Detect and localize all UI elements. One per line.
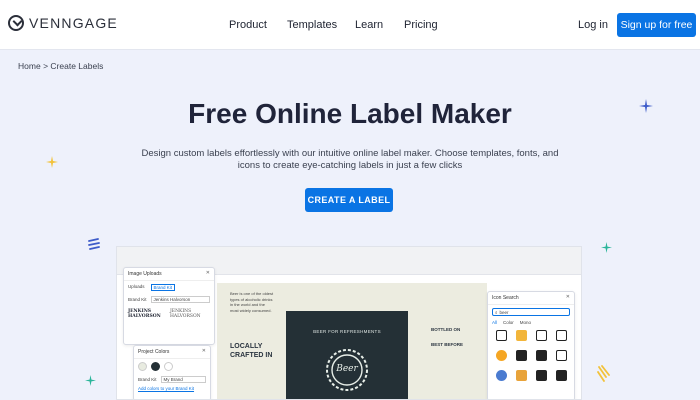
beer-pint-icon[interactable]: [536, 350, 547, 361]
search-icon: ⌕: [495, 309, 498, 315]
beer-glass-icon[interactable]: [516, 370, 527, 381]
icon-panel-title: Icon Search ✕: [488, 292, 574, 305]
breadcrumb: Home > Create Labels: [18, 61, 103, 71]
close-icon[interactable]: ✕: [566, 294, 570, 300]
filter-mono[interactable]: Mono: [520, 320, 531, 325]
top-navbar: VENNGAGE Product Templates Learn Pricing…: [0, 0, 700, 50]
sparkle-icon: [46, 156, 58, 168]
uploads-panel-title: Image Uploads ✕: [124, 268, 214, 281]
nav-link-pricing[interactable]: Pricing: [404, 19, 438, 31]
brand-logo[interactable]: VENNGAGE: [8, 15, 118, 31]
label-best-before: BEST BEFORE: [431, 342, 464, 347]
beer-pint-icon[interactable]: [556, 370, 567, 381]
beer-bottle-cap-icon[interactable]: [496, 350, 507, 361]
color-swatch[interactable]: [138, 362, 147, 371]
beer-mug-icon[interactable]: [536, 370, 547, 381]
colors-brand-kit-select[interactable]: My Brand: [160, 376, 206, 383]
brand-kit-label: Brand Kit: [128, 297, 147, 302]
signup-button[interactable]: Sign up for free: [617, 13, 696, 37]
nav-link-templates[interactable]: Templates: [287, 19, 337, 31]
nav-link-product[interactable]: Product: [229, 19, 267, 31]
color-swatch[interactable]: [164, 362, 173, 371]
stripes-decoration-icon: [88, 238, 100, 250]
filter-all[interactable]: All: [492, 320, 497, 325]
add-colors-link[interactable]: Add colors to your Brand Kit: [134, 385, 210, 392]
beer-mug-icon[interactable]: [496, 330, 507, 341]
breadcrumb-current: Create Labels: [50, 61, 104, 71]
stripes-decoration-icon: [597, 365, 610, 382]
beer-tap-icon[interactable]: [516, 350, 527, 361]
beer-can-icon[interactable]: [556, 330, 567, 341]
color-swatch[interactable]: [151, 362, 160, 371]
beer-glass-icon[interactable]: [516, 330, 527, 341]
label-left-text: Beer is one of the oldest types of alcoh…: [230, 291, 274, 313]
icon-search-input[interactable]: ⌕ beer: [492, 308, 570, 316]
label-dark-center: BEER FOR REFRESHMENTS Beer: [286, 311, 408, 399]
venngage-logo-icon: [8, 15, 24, 31]
colors-panel-title: Project Colors ✕: [134, 346, 210, 359]
label-bottled-on: BOTTLED ON: [431, 327, 461, 332]
sparkle-icon: [85, 375, 96, 386]
close-icon[interactable]: ✕: [206, 270, 210, 276]
label-crafted: CRAFTED IN: [230, 352, 273, 359]
filter-color[interactable]: Color: [503, 320, 514, 325]
sparkle-icon: [639, 99, 653, 113]
tab-uploads[interactable]: Uploads: [128, 284, 145, 291]
label-badge-text: Beer: [336, 364, 358, 374]
login-link[interactable]: Log in: [578, 19, 608, 31]
icon-results-grid: [488, 326, 574, 396]
beer-mug-icon[interactable]: [536, 330, 547, 341]
brand-name: VENNGAGE: [29, 15, 118, 31]
icon-search-query: beer: [499, 309, 509, 315]
colors-brand-kit-label: Brand Kit: [138, 377, 157, 382]
label-locally: LOCALLY: [230, 343, 263, 350]
beer-badge-icon[interactable]: [496, 370, 507, 381]
breadcrumb-separator: >: [43, 61, 49, 71]
beer-mug-icon[interactable]: [556, 350, 567, 361]
icon-search-panel: Icon Search ✕ ⌕ beer All Color Mono: [487, 291, 575, 399]
project-colors-panel: Project Colors ✕ Brand Kit My Brand Add c…: [133, 345, 211, 399]
brand-logo-option-2[interactable]: JENKINS HALVORSON: [170, 309, 206, 319]
page-title: Free Online Label Maker: [188, 98, 512, 129]
create-label-button[interactable]: CREATE A LABEL: [305, 188, 393, 212]
close-icon[interactable]: ✕: [202, 348, 206, 354]
label-center-top: BEER FOR REFRESHMENTS: [313, 329, 381, 334]
brand-logo-option-1[interactable]: JENKINS HALVORSON: [128, 309, 164, 319]
editor-preview: Beer is one of the oldest types of alcoh…: [116, 246, 582, 400]
nav-link-learn[interactable]: Learn: [355, 19, 383, 31]
hero-description: Design custom labels effortlessly with o…: [141, 148, 559, 171]
image-uploads-panel: Image Uploads ✕ Uploads Brand Kit Brand K…: [123, 267, 215, 345]
brand-kit-select[interactable]: Jenkins Halvorson: [150, 296, 210, 303]
breadcrumb-home[interactable]: Home: [18, 61, 41, 71]
sparkle-icon: [601, 242, 612, 253]
tab-brand-kit[interactable]: Brand Kit: [150, 284, 176, 291]
